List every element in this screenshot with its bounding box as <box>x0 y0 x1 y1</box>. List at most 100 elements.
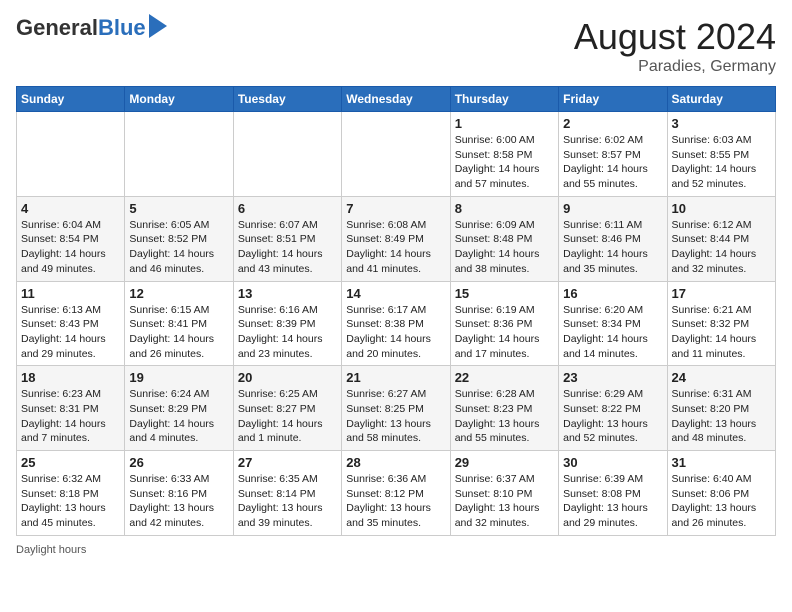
day-number: 23 <box>563 370 662 385</box>
calendar-header-tuesday: Tuesday <box>233 87 341 112</box>
calendar-cell: 26Sunrise: 6:33 AM Sunset: 8:16 PM Dayli… <box>125 451 233 536</box>
page-header: GeneralBlue August 2024 Paradies, German… <box>16 16 776 76</box>
day-info: Sunrise: 6:03 AM Sunset: 8:55 PM Dayligh… <box>672 133 771 192</box>
calendar-table: SundayMondayTuesdayWednesdayThursdayFrid… <box>16 86 776 536</box>
day-number: 6 <box>238 201 337 216</box>
day-info: Sunrise: 6:04 AM Sunset: 8:54 PM Dayligh… <box>21 218 120 277</box>
day-info: Sunrise: 6:36 AM Sunset: 8:12 PM Dayligh… <box>346 472 445 531</box>
calendar-cell: 31 Sunrise: 6:40 AM Sunset: 8:06 PM Dayli… <box>667 451 775 536</box>
calendar-cell: 22Sunrise: 6:28 AM Sunset: 8:23 PM Dayli… <box>450 366 558 451</box>
day-info: Sunrise: 6:40 AM Sunset: 8:06 PM Dayligh… <box>672 472 771 531</box>
calendar-cell: 14 Sunrise: 6:17 AM Sunset: 8:38 PM Dayli… <box>342 281 450 366</box>
calendar-week-2: 4 Sunrise: 6:04 AM Sunset: 8:54 PM Daylig… <box>17 196 776 281</box>
day-info: Sunrise: 6:20 AM Sunset: 8:34 PM Dayligh… <box>563 303 662 362</box>
calendar-cell: 10Sunrise: 6:12 AM Sunset: 8:44 PM Dayli… <box>667 196 775 281</box>
calendar-cell: 28 Sunrise: 6:36 AM Sunset: 8:12 PM Dayli… <box>342 451 450 536</box>
calendar-body: 1Sunrise: 6:00 AM Sunset: 8:58 PM Daylig… <box>17 112 776 536</box>
day-info: Sunrise: 6:05 AM Sunset: 8:52 PM Dayligh… <box>129 218 228 277</box>
day-info: Sunrise: 6:37 AM Sunset: 8:10 PM Dayligh… <box>455 472 554 531</box>
day-number: 4 <box>21 201 120 216</box>
day-number: 17 <box>672 286 771 301</box>
day-info: Sunrise: 6:19 AM Sunset: 8:36 PM Dayligh… <box>455 303 554 362</box>
calendar-cell <box>17 112 125 197</box>
day-number: 14 <box>346 286 445 301</box>
logo-blue-text: Blue <box>98 15 146 40</box>
day-number: 20 <box>238 370 337 385</box>
day-number: 13 <box>238 286 337 301</box>
title-block: August 2024 Paradies, Germany <box>574 16 776 76</box>
day-number: 19 <box>129 370 228 385</box>
day-info: Sunrise: 6:25 AM Sunset: 8:27 PM Dayligh… <box>238 387 337 446</box>
calendar-cell: 3 Sunrise: 6:03 AM Sunset: 8:55 PM Daylig… <box>667 112 775 197</box>
day-info: Sunrise: 6:00 AM Sunset: 8:58 PM Dayligh… <box>455 133 554 192</box>
calendar-cell: 1Sunrise: 6:00 AM Sunset: 8:58 PM Daylig… <box>450 112 558 197</box>
day-number: 27 <box>238 455 337 470</box>
calendar-week-3: 11 Sunrise: 6:13 AM Sunset: 8:43 PM Dayli… <box>17 281 776 366</box>
day-info: Sunrise: 6:39 AM Sunset: 8:08 PM Dayligh… <box>563 472 662 531</box>
legend: Daylight hours <box>16 544 776 556</box>
day-number: 9 <box>563 201 662 216</box>
day-info: Sunrise: 6:31 AM Sunset: 8:20 PM Dayligh… <box>672 387 771 446</box>
calendar-cell: 11 Sunrise: 6:13 AM Sunset: 8:43 PM Dayli… <box>17 281 125 366</box>
day-info: Sunrise: 6:27 AM Sunset: 8:25 PM Dayligh… <box>346 387 445 446</box>
day-number: 2 <box>563 116 662 131</box>
day-info: Sunrise: 6:23 AM Sunset: 8:31 PM Dayligh… <box>21 387 120 446</box>
day-info: Sunrise: 6:11 AM Sunset: 8:46 PM Dayligh… <box>563 218 662 277</box>
location-title: Paradies, Germany <box>574 58 776 76</box>
day-number: 8 <box>455 201 554 216</box>
day-info: Sunrise: 6:32 AM Sunset: 8:18 PM Dayligh… <box>21 472 120 531</box>
calendar-cell: 13 Sunrise: 6:16 AM Sunset: 8:39 PM Dayli… <box>233 281 341 366</box>
day-number: 26 <box>129 455 228 470</box>
calendar-header-sunday: Sunday <box>17 87 125 112</box>
day-number: 24 <box>672 370 771 385</box>
day-number: 16 <box>563 286 662 301</box>
day-number: 21 <box>346 370 445 385</box>
calendar-header-row: SundayMondayTuesdayWednesdayThursdayFrid… <box>17 87 776 112</box>
day-info: Sunrise: 6:28 AM Sunset: 8:23 PM Dayligh… <box>455 387 554 446</box>
calendar-cell: 27 Sunrise: 6:35 AM Sunset: 8:14 PM Dayli… <box>233 451 341 536</box>
day-number: 12 <box>129 286 228 301</box>
day-number: 28 <box>346 455 445 470</box>
calendar-cell <box>125 112 233 197</box>
logo-general-text: General <box>16 15 98 40</box>
day-info: Sunrise: 6:17 AM Sunset: 8:38 PM Dayligh… <box>346 303 445 362</box>
calendar-cell: 23Sunrise: 6:29 AM Sunset: 8:22 PM Dayli… <box>559 366 667 451</box>
day-info: Sunrise: 6:09 AM Sunset: 8:48 PM Dayligh… <box>455 218 554 277</box>
day-number: 25 <box>21 455 120 470</box>
day-number: 3 <box>672 116 771 131</box>
calendar-cell: 12 Sunrise: 6:15 AM Sunset: 8:41 PM Dayli… <box>125 281 233 366</box>
calendar-week-4: 18Sunrise: 6:23 AM Sunset: 8:31 PM Dayli… <box>17 366 776 451</box>
day-info: Sunrise: 6:16 AM Sunset: 8:39 PM Dayligh… <box>238 303 337 362</box>
day-info: Sunrise: 6:15 AM Sunset: 8:41 PM Dayligh… <box>129 303 228 362</box>
day-number: 10 <box>672 201 771 216</box>
day-info: Sunrise: 6:07 AM Sunset: 8:51 PM Dayligh… <box>238 218 337 277</box>
calendar-week-5: 25 Sunrise: 6:32 AM Sunset: 8:18 PM Dayli… <box>17 451 776 536</box>
calendar-header-saturday: Saturday <box>667 87 775 112</box>
calendar-header-friday: Friday <box>559 87 667 112</box>
day-info: Sunrise: 6:13 AM Sunset: 8:43 PM Dayligh… <box>21 303 120 362</box>
calendar-cell: 5 Sunrise: 6:05 AM Sunset: 8:52 PM Daylig… <box>125 196 233 281</box>
logo-arrow-icon <box>149 14 167 38</box>
calendar-cell: 18Sunrise: 6:23 AM Sunset: 8:31 PM Dayli… <box>17 366 125 451</box>
day-number: 29 <box>455 455 554 470</box>
day-info: Sunrise: 6:21 AM Sunset: 8:32 PM Dayligh… <box>672 303 771 362</box>
calendar-header-monday: Monday <box>125 87 233 112</box>
day-info: Sunrise: 6:02 AM Sunset: 8:57 PM Dayligh… <box>563 133 662 192</box>
calendar-cell: 16 Sunrise: 6:20 AM Sunset: 8:34 PM Dayli… <box>559 281 667 366</box>
calendar-cell: 21 Sunrise: 6:27 AM Sunset: 8:25 PM Dayli… <box>342 366 450 451</box>
day-info: Sunrise: 6:24 AM Sunset: 8:29 PM Dayligh… <box>129 387 228 446</box>
day-info: Sunrise: 6:35 AM Sunset: 8:14 PM Dayligh… <box>238 472 337 531</box>
day-number: 7 <box>346 201 445 216</box>
calendar-cell: 24 Sunrise: 6:31 AM Sunset: 8:20 PM Dayli… <box>667 366 775 451</box>
calendar-cell: 17 Sunrise: 6:21 AM Sunset: 8:32 PM Dayli… <box>667 281 775 366</box>
calendar-header-thursday: Thursday <box>450 87 558 112</box>
calendar-cell: 2 Sunrise: 6:02 AM Sunset: 8:57 PM Daylig… <box>559 112 667 197</box>
day-number: 11 <box>21 286 120 301</box>
day-number: 5 <box>129 201 228 216</box>
calendar-cell: 8 Sunrise: 6:09 AM Sunset: 8:48 PM Daylig… <box>450 196 558 281</box>
day-number: 30 <box>563 455 662 470</box>
calendar-cell: 4 Sunrise: 6:04 AM Sunset: 8:54 PM Daylig… <box>17 196 125 281</box>
day-number: 31 <box>672 455 771 470</box>
calendar-cell: 29 Sunrise: 6:37 AM Sunset: 8:10 PM Dayli… <box>450 451 558 536</box>
month-title: August 2024 <box>574 16 776 58</box>
